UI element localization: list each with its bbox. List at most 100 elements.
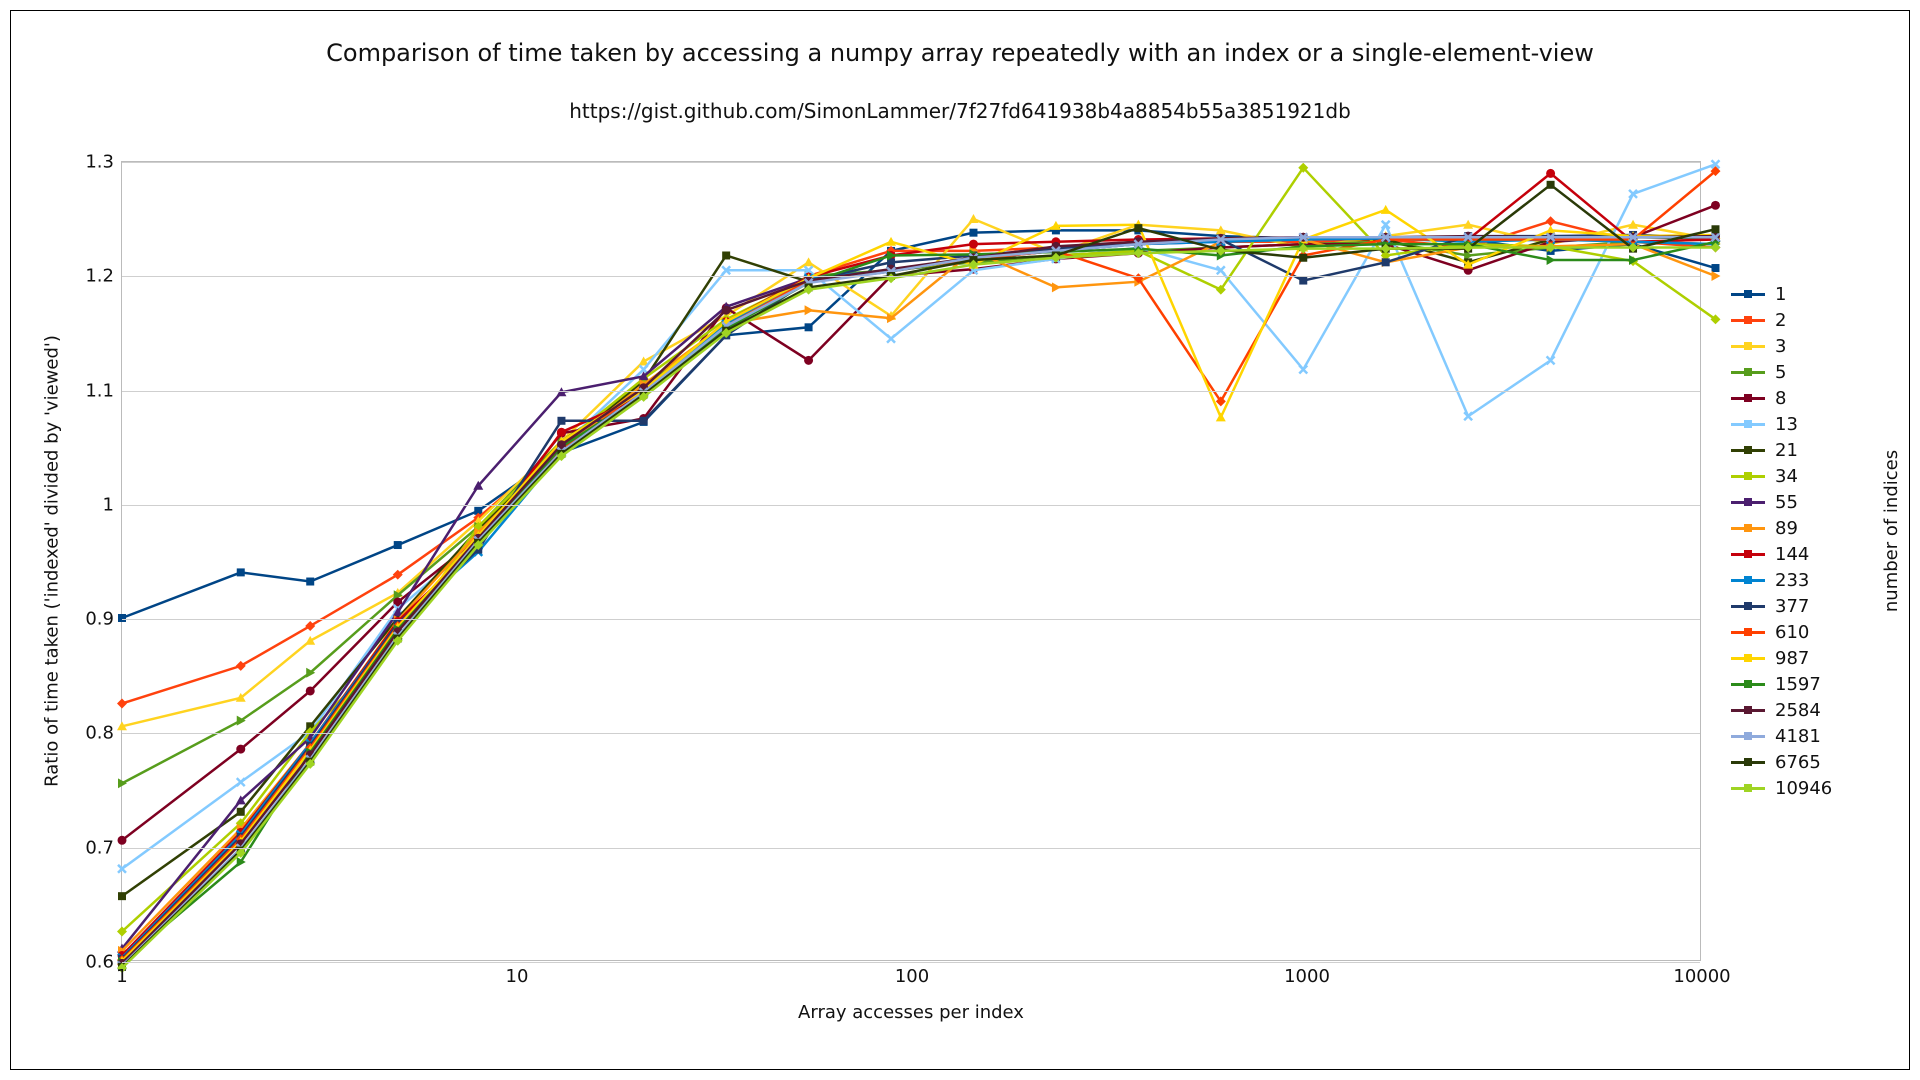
x-tick-label: 10 [506, 960, 529, 987]
legend-label: 5 [1775, 362, 1786, 383]
chart-title: Comparison of time taken by accessing a … [11, 39, 1909, 67]
series-line [122, 205, 1715, 840]
legend-swatch [1731, 683, 1765, 686]
legend-swatch [1731, 787, 1765, 790]
legend-item: 2 [1731, 307, 1901, 333]
legend-label: 1597 [1775, 674, 1821, 695]
grid-line [122, 162, 1700, 163]
legend-swatch [1731, 397, 1765, 400]
y-axis-label: Ratio of time taken ('indexed' divided b… [42, 335, 63, 787]
legend-swatch [1731, 631, 1765, 634]
legend-swatch [1731, 501, 1765, 504]
chart-subtitle: https://gist.github.com/SimonLammer/7f27… [11, 99, 1909, 123]
legend-swatch [1731, 709, 1765, 712]
legend-label: 6765 [1775, 752, 1821, 773]
legend-item: 21 [1731, 437, 1901, 463]
legend-item: 144 [1731, 541, 1901, 567]
series-line [122, 173, 1715, 955]
legend-item: 2584 [1731, 697, 1901, 723]
legend-swatch [1731, 657, 1765, 660]
legend-item: 8 [1731, 385, 1901, 411]
legend-item: 55 [1731, 489, 1901, 515]
legend-swatch [1731, 527, 1765, 530]
series-line [122, 248, 1715, 968]
legend-label: 144 [1775, 544, 1809, 565]
plot-area: Array accesses per index Ratio of time t… [121, 161, 1701, 961]
grid-line [122, 505, 1700, 506]
legend-label: 89 [1775, 518, 1798, 539]
legend-item: 3 [1731, 333, 1901, 359]
legend-swatch [1731, 735, 1765, 738]
chart-frame: Comparison of time taken by accessing a … [10, 10, 1910, 1070]
legend-item: 610 [1731, 619, 1901, 645]
legend-item: 4181 [1731, 723, 1901, 749]
legend-swatch [1731, 293, 1765, 296]
legend-item: 1597 [1731, 671, 1901, 697]
legend-item: 6765 [1731, 749, 1901, 775]
y-tick-label: 1.2 [85, 266, 122, 287]
series-line [122, 230, 1715, 618]
legend-swatch [1731, 319, 1765, 322]
y-tick-label: 1.1 [85, 380, 122, 401]
legend-swatch [1731, 423, 1765, 426]
x-axis-label: Array accesses per index [122, 1002, 1700, 1023]
legend-label: 987 [1775, 648, 1809, 669]
series-line [122, 242, 1715, 784]
legend-label: 377 [1775, 596, 1809, 617]
x-tick-label: 1 [116, 960, 127, 987]
legend-label: 4181 [1775, 726, 1821, 747]
legend-label: 2584 [1775, 700, 1821, 721]
chart-lines [122, 162, 1700, 960]
legend-title: number of indices [1881, 450, 1902, 612]
legend-swatch [1731, 579, 1765, 582]
legend-item: 89 [1731, 515, 1901, 541]
grid-line [122, 848, 1700, 849]
legend-swatch [1731, 553, 1765, 556]
series-line [122, 237, 1715, 965]
series-line [122, 237, 1715, 948]
legend-label: 233 [1775, 570, 1809, 591]
legend-item: 10946 [1731, 775, 1901, 801]
legend-swatch [1731, 475, 1765, 478]
legend-item: 233 [1731, 567, 1901, 593]
legend: 1 2 3 5 8 13 21 34 55 89 144 233 377 610 987 1597 2584 41… [1731, 281, 1901, 801]
y-tick-label: 0.9 [85, 609, 122, 630]
series-line [122, 236, 1715, 963]
legend-swatch [1731, 371, 1765, 374]
legend-item: 377 [1731, 593, 1901, 619]
legend-item: 987 [1731, 645, 1901, 671]
legend-label: 8 [1775, 388, 1786, 409]
y-tick-label: 1.3 [85, 152, 122, 173]
series-line [122, 237, 1715, 896]
legend-label: 34 [1775, 466, 1798, 487]
series-line [122, 185, 1715, 967]
grid-line [122, 391, 1700, 392]
series-line [122, 171, 1715, 960]
y-tick-label: 0.7 [85, 837, 122, 858]
grid-line [122, 276, 1700, 277]
legend-item: 1 [1731, 281, 1901, 307]
legend-swatch [1731, 605, 1765, 608]
legend-label: 1 [1775, 284, 1786, 305]
x-tick-label: 10000 [1673, 960, 1730, 987]
legend-label: 3 [1775, 336, 1786, 357]
x-tick-label: 100 [895, 960, 929, 987]
legend-label: 13 [1775, 414, 1798, 435]
legend-swatch [1731, 449, 1765, 452]
legend-label: 55 [1775, 492, 1798, 513]
series-line [122, 242, 1715, 962]
legend-item: 34 [1731, 463, 1901, 489]
grid-line [122, 733, 1700, 734]
series-line [122, 221, 1715, 703]
legend-swatch [1731, 345, 1765, 348]
legend-label: 2 [1775, 310, 1786, 331]
legend-label: 10946 [1775, 778, 1832, 799]
grid-line [122, 619, 1700, 620]
legend-label: 21 [1775, 440, 1798, 461]
legend-swatch [1731, 761, 1765, 764]
legend-label: 610 [1775, 622, 1809, 643]
series-line [122, 238, 1715, 957]
y-tick-label: 0.8 [85, 723, 122, 744]
y-tick-label: 1 [103, 494, 122, 515]
legend-item: 5 [1731, 359, 1901, 385]
